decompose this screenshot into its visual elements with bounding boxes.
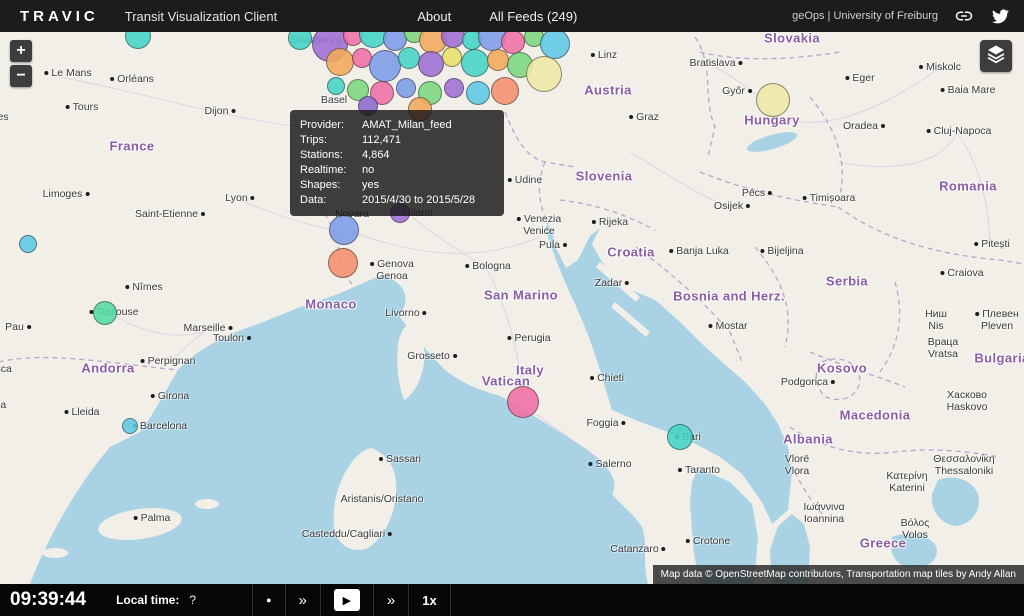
- tooltip-rows: Provider:AMAT_Milan_feedTrips:112,471Sta…: [300, 118, 494, 208]
- feed-marker[interactable]: [19, 235, 37, 253]
- forward-button[interactable]: »: [373, 584, 408, 616]
- layers-icon: [986, 44, 1006, 69]
- tooltip-row: Trips:112,471: [300, 133, 494, 148]
- sea-thermaic-gulf: [932, 478, 979, 526]
- feed-marker[interactable]: [329, 215, 359, 245]
- tooltip-row: Stations:4,864: [300, 148, 494, 163]
- nav-about[interactable]: About: [417, 9, 451, 24]
- tooltip-row: Shapes:yes: [300, 178, 494, 193]
- nav-all-feeds[interactable]: All Feeds (249): [489, 9, 577, 24]
- feed-tooltip: Provider:AMAT_Milan_feedTrips:112,471Sta…: [290, 110, 504, 216]
- dot-icon: ●: [266, 595, 271, 605]
- feed-marker[interactable]: [328, 248, 358, 278]
- feed-marker[interactable]: [398, 47, 420, 69]
- island-menorca: [195, 499, 219, 509]
- play-button[interactable]: ▶: [320, 584, 373, 616]
- local-time-value: ?: [189, 593, 196, 607]
- rewind-icon: »: [299, 592, 307, 609]
- zoom-in-button[interactable]: +: [10, 40, 32, 62]
- feed-marker[interactable]: [444, 78, 464, 98]
- layers-button[interactable]: [980, 40, 1012, 72]
- map-attribution[interactable]: Map data © OpenStreetMap contributors, T…: [653, 565, 1024, 584]
- feed-marker[interactable]: [442, 47, 462, 67]
- feed-marker[interactable]: [461, 49, 489, 77]
- island-ibiza: [42, 548, 68, 558]
- local-time-label: Local time:: [116, 593, 179, 607]
- tooltip-row: Data:2015/4/30 to 2015/5/28: [300, 193, 494, 208]
- map-canvas[interactable]: FranceAustriaHungarySlovakiaSloveniaCroa…: [0, 32, 1024, 584]
- feed-marker[interactable]: [122, 418, 138, 434]
- feed-marker[interactable]: [667, 424, 693, 450]
- feed-marker[interactable]: [418, 51, 444, 77]
- feed-marker[interactable]: [491, 77, 519, 105]
- feed-marker[interactable]: [369, 50, 401, 82]
- forward-icon: »: [387, 592, 395, 609]
- affiliation-link[interactable]: geOps | University of Freiburg: [792, 10, 938, 22]
- feed-marker[interactable]: [327, 77, 345, 95]
- feed-marker[interactable]: [326, 48, 354, 76]
- travic-app: TRAVIC Transit Visualization Client Abou…: [0, 0, 1024, 616]
- clock-display: 09:39:44: [10, 589, 86, 611]
- playback-controls: ● » ▶ » 1x: [252, 584, 451, 616]
- feed-marker[interactable]: [756, 83, 790, 117]
- tooltip-row: Provider:AMAT_Milan_feed: [300, 118, 494, 133]
- play-icon: ▶: [334, 589, 360, 611]
- topbar-right: geOps | University of Freiburg: [792, 6, 1010, 26]
- speed-button[interactable]: 1x: [408, 584, 450, 616]
- feed-marker[interactable]: [507, 386, 539, 418]
- twitter-icon[interactable]: [990, 6, 1010, 26]
- link-icon[interactable]: [954, 6, 974, 26]
- basemap: [0, 32, 1024, 584]
- rewind-button[interactable]: »: [285, 584, 320, 616]
- topbar: TRAVIC Transit Visualization Client Abou…: [0, 0, 1024, 32]
- feed-marker[interactable]: [93, 301, 117, 325]
- app-subtitle: Transit Visualization Client: [125, 9, 277, 24]
- feed-marker[interactable]: [526, 56, 562, 92]
- sea-pagasetic-gulf: [891, 534, 937, 568]
- tooltip-row: Realtime:no: [300, 163, 494, 178]
- playback-bar: 09:39:44 Local time: ? ● » ▶ » 1x: [0, 584, 1024, 616]
- zoom-control: + −: [10, 40, 32, 90]
- step-dot-button[interactable]: ●: [252, 584, 284, 616]
- feed-marker[interactable]: [466, 81, 490, 105]
- app-logo: TRAVIC: [20, 8, 99, 25]
- feed-marker[interactable]: [396, 78, 416, 98]
- lake-balaton: [745, 128, 799, 156]
- zoom-out-button[interactable]: −: [10, 65, 32, 87]
- feed-marker[interactable]: [487, 49, 509, 71]
